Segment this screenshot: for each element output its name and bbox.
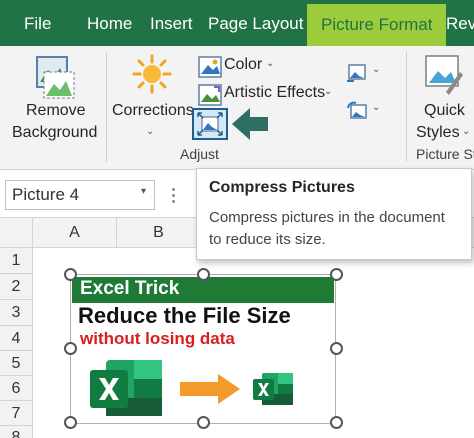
chevron-down-icon[interactable]: ▾ [141,186,146,197]
selected-picture[interactable]: Excel Trick Reduce the File Size without… [70,274,336,424]
remove-background-icon [36,56,75,99]
color-label: Color [224,56,263,73]
change-picture-icon [347,64,366,82]
reset-picture-icon [347,101,367,119]
column-header-a[interactable]: A [33,218,117,248]
resize-handle-top-right[interactable] [330,268,343,281]
tab-insert[interactable]: Insert [150,0,193,46]
quick-styles-button[interactable]: Quick Styles ⌄ [410,50,474,146]
remove-background-button[interactable]: Remove Background [8,50,100,146]
resize-handle-left[interactable] [64,342,77,355]
remove-background-label-1: Remove [26,102,86,119]
quick-styles-icon [425,55,463,95]
chevron-down-icon: ⌄ [372,102,381,113]
row-header[interactable]: 8 [0,426,33,438]
tooltip-description-line-2: to reduce its size. [209,231,326,248]
reset-picture-button[interactable]: ⌄ [344,98,384,124]
name-box[interactable]: Picture 4 ▾ [5,180,155,210]
corrections-button[interactable]: Corrections ⌄ [110,50,194,146]
ribbon-tab-bar: File Home Insert Page Layout Picture For… [0,0,474,46]
row-header[interactable]: 3 [0,300,33,326]
picture-title-line: Reduce the File Size [78,303,291,328]
arrow-pointer-icon [232,108,268,140]
row-header[interactable]: 5 [0,351,33,376]
picture-styles-group-label: Picture St [416,146,474,162]
resize-handle-bottom-left[interactable] [64,416,77,429]
tooltip-title: Compress Pictures [209,179,355,196]
remove-background-label-2: Background [12,124,98,141]
chevron-down-icon: ⌄ [266,58,275,69]
row-header[interactable]: 6 [0,376,33,401]
ribbon-separator [406,52,407,162]
resize-handle-bottom[interactable] [197,416,210,429]
color-icon [198,56,222,78]
ribbon: Remove Background Corrections ⌄ Color ⌄ [0,46,474,170]
artistic-effects-label: Artistic Effects [224,84,326,101]
corrections-label: Corrections [112,102,194,119]
tab-file[interactable]: File [24,0,51,46]
select-all-corner[interactable] [0,218,33,248]
tab-home[interactable]: Home [87,0,132,46]
excel-logo-icon [90,360,162,416]
quick-styles-label-1: Quick [424,102,465,119]
row-header[interactable]: 4 [0,326,33,351]
name-box-value: Picture 4 [12,185,80,204]
resize-handle-right[interactable] [330,342,343,355]
formula-bar-grip-icon[interactable] [172,184,176,206]
artistic-effects-icon [198,84,222,106]
ribbon-separator [106,52,107,162]
tab-page-layout[interactable]: Page Layout [208,0,303,46]
tooltip-description-line-1: Compress pictures in the document [209,209,445,226]
compress-pictures-icon [197,112,223,136]
tab-review[interactable]: Rev [446,0,474,46]
row-header[interactable]: 7 [0,401,33,426]
picture-subtitle-line: without losing data [80,329,235,348]
chevron-down-icon: ⌄ [146,126,155,137]
excel-logo-small-icon [253,373,293,405]
column-header-b[interactable]: B [117,218,201,248]
chevron-down-icon: ⌄ [462,126,471,137]
resize-handle-top[interactable] [197,268,210,281]
tab-picture-format[interactable]: Picture Format [307,4,447,46]
picture-header-text: Excel Trick [80,278,180,299]
sun-icon [132,54,172,94]
row-header[interactable]: 1 [0,248,33,274]
change-picture-button[interactable]: ⌄ [344,60,384,86]
arrow-right-icon [180,374,240,404]
quick-styles-label-2: Styles [416,124,460,141]
compress-pictures-button[interactable] [192,108,228,140]
resize-handle-top-left[interactable] [64,268,77,281]
row-header[interactable]: 2 [0,274,33,300]
resize-handle-bottom-right[interactable] [330,416,343,429]
color-button[interactable]: Color ⌄ [196,54,284,80]
adjust-group-label: Adjust [180,146,219,162]
artistic-effects-button[interactable]: Artistic Effects ⌄ [196,82,344,108]
chevron-down-icon: ⌄ [324,86,333,97]
compress-pictures-tooltip: Compress Pictures Compress pictures in t… [196,168,472,260]
chevron-down-icon: ⌄ [372,64,381,75]
